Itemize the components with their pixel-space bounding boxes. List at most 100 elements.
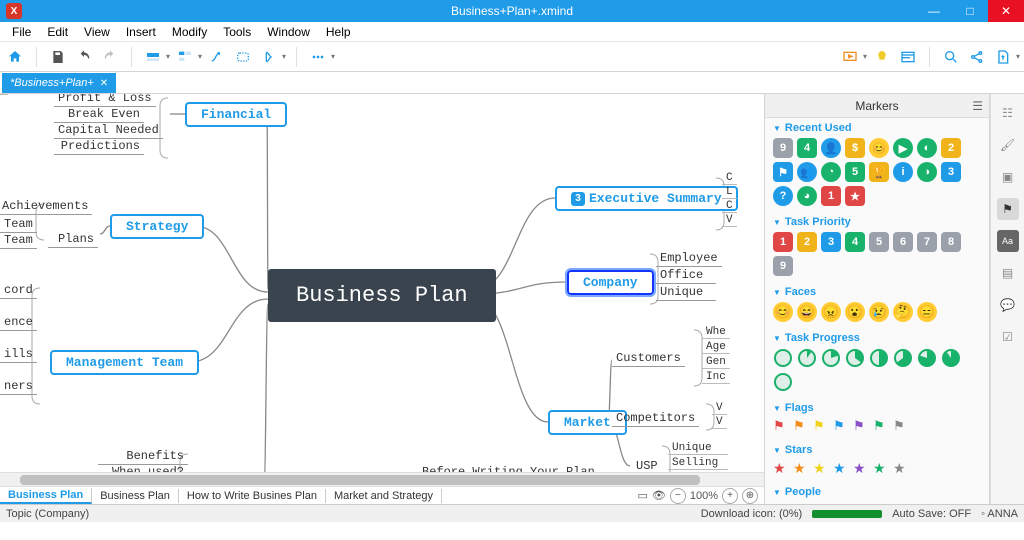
mindmap-node[interactable]: Office (656, 267, 716, 284)
mindmap-node[interactable]: cord (0, 282, 37, 299)
sheet-tab-2[interactable]: How to Write Busines Plan (179, 489, 326, 503)
mindmap-node[interactable]: Competitors (612, 410, 699, 427)
redo-icon[interactable] (99, 46, 121, 68)
mindmap-node[interactable]: C (722, 172, 737, 185)
mindmap-node[interactable]: Employee (656, 250, 722, 267)
marker-chip[interactable]: 5 (869, 232, 889, 252)
section-progress[interactable]: Task Progress (765, 328, 989, 346)
marker-chip[interactable]: 😊 (869, 138, 889, 158)
marker-chip[interactable]: 4 (845, 232, 865, 252)
sheet-tab-1[interactable]: Business Plan (92, 489, 179, 503)
marker-chip[interactable]: ◔ (821, 162, 841, 182)
marker-chip[interactable]: ◕ (797, 186, 817, 206)
marker-chip[interactable]: 2 (941, 138, 961, 158)
marker-chip[interactable]: 9 (773, 256, 793, 276)
document-tab[interactable]: *Business+Plan+ ✕ (2, 73, 116, 93)
mindmap-node[interactable]: Before Writing Your Plan (418, 464, 599, 472)
marker-star[interactable]: ★ (873, 460, 889, 476)
mindmap-node[interactable]: Achievements (0, 198, 92, 215)
marker-chip[interactable]: 6 (893, 232, 913, 252)
marker-chip[interactable]: ◐ (917, 138, 937, 158)
export-icon[interactable] (992, 46, 1014, 68)
marker-face[interactable]: 😑 (917, 302, 937, 322)
mindmap-node[interactable]: V (722, 214, 737, 227)
rail-markers-icon[interactable]: ⚑ (997, 198, 1019, 220)
mindmap-node[interactable]: Management Team (50, 350, 199, 375)
zoom-in-button[interactable]: + (722, 488, 738, 504)
marker-progress[interactable] (773, 372, 793, 392)
marker-chip[interactable]: $ (845, 138, 865, 158)
rail-task-icon[interactable]: ☑ (997, 326, 1019, 348)
menu-edit[interactable]: Edit (39, 25, 76, 39)
marker-progress[interactable] (845, 348, 865, 368)
menu-file[interactable]: File (4, 25, 39, 39)
marker-chip[interactable]: i (893, 162, 913, 182)
marker-chip[interactable]: 5 (845, 162, 865, 182)
mindmap-node[interactable]: Age (702, 341, 730, 354)
close-button[interactable]: ✕ (988, 0, 1024, 22)
menu-insert[interactable]: Insert (118, 25, 164, 39)
marker-star[interactable]: ★ (833, 460, 849, 476)
mindmap-node[interactable]: V (712, 402, 727, 415)
mindmap-node[interactable]: Financial (185, 102, 287, 127)
marker-face[interactable]: 😢 (869, 302, 889, 322)
marker-star[interactable]: ★ (853, 460, 869, 476)
eye-icon[interactable]: 👁 (652, 489, 666, 502)
marker-star[interactable]: ★ (813, 460, 829, 476)
maximize-button[interactable]: □ (952, 0, 988, 22)
zoom-fit-button[interactable]: ⊕ (742, 488, 758, 504)
menu-view[interactable]: View (76, 25, 118, 39)
marker-face[interactable]: 😠 (821, 302, 841, 322)
mindmap-node[interactable]: Benefits (98, 448, 188, 465)
search-icon[interactable] (940, 46, 962, 68)
mindmap-canvas[interactable]: Business PlanFinancialProfit & LossBreak… (0, 94, 764, 472)
marker-progress[interactable] (941, 348, 961, 368)
mindmap-node[interactable]: L (722, 186, 737, 199)
marker-chip[interactable]: 🏆 (869, 162, 889, 182)
marker-star[interactable]: ★ (893, 460, 909, 476)
mindmap-node[interactable]: V (712, 416, 727, 429)
sheet-tab-3[interactable]: Market and Strategy (326, 489, 442, 503)
marker-face[interactable]: 🤔 (893, 302, 913, 322)
mindmap-node[interactable]: Unique (656, 284, 716, 301)
marker-flag[interactable]: ⚑ (773, 418, 789, 434)
marker-flag[interactable]: ⚑ (833, 418, 849, 434)
marker-face[interactable]: 😄 (797, 302, 817, 322)
section-people[interactable]: People (765, 482, 989, 500)
summary-icon[interactable] (258, 46, 280, 68)
mindmap-node[interactable]: USP (632, 458, 662, 472)
section-recent[interactable]: Recent Used (765, 118, 989, 136)
section-stars[interactable]: Stars (765, 440, 989, 458)
marker-chip[interactable]: ★ (845, 186, 865, 206)
mindmap-node[interactable]: Unique (668, 442, 728, 455)
marker-chip[interactable]: 8 (941, 232, 961, 252)
more-icon[interactable] (307, 46, 329, 68)
save-icon[interactable] (47, 46, 69, 68)
marker-chip[interactable]: 👤 (821, 138, 841, 158)
undo-icon[interactable] (73, 46, 95, 68)
marker-face[interactable]: 😮 (845, 302, 865, 322)
marker-chip[interactable]: ◑ (917, 162, 937, 182)
marker-progress[interactable] (821, 348, 841, 368)
marker-star[interactable]: ★ (793, 460, 809, 476)
menu-window[interactable]: Window (259, 25, 318, 39)
mindmap-node[interactable]: Gen (702, 356, 730, 369)
marker-progress[interactable] (797, 348, 817, 368)
marker-progress[interactable] (917, 348, 937, 368)
marker-flag[interactable]: ⚑ (873, 418, 889, 434)
marker-progress[interactable] (893, 348, 913, 368)
rail-notes-icon[interactable]: ▤ (997, 262, 1019, 284)
marker-flag[interactable]: ⚑ (813, 418, 829, 434)
mindmap-node[interactable]: Customers (612, 350, 685, 367)
mindmap-node[interactable]: Capital Needed (54, 122, 163, 139)
horizontal-scrollbar[interactable] (0, 472, 764, 486)
marker-chip[interactable]: ⚑ (773, 162, 793, 182)
mindmap-node[interactable]: Company (567, 270, 654, 295)
marker-chip[interactable]: ? (773, 186, 793, 206)
marker-chip[interactable]: 3 (821, 232, 841, 252)
mindmap-node[interactable]: Predictions (54, 138, 144, 155)
mindmap-node[interactable]: Selling (668, 457, 728, 470)
marker-chip[interactable]: 7 (917, 232, 937, 252)
marker-chip[interactable]: 👥 (797, 162, 817, 182)
subtopic-icon[interactable] (174, 46, 196, 68)
